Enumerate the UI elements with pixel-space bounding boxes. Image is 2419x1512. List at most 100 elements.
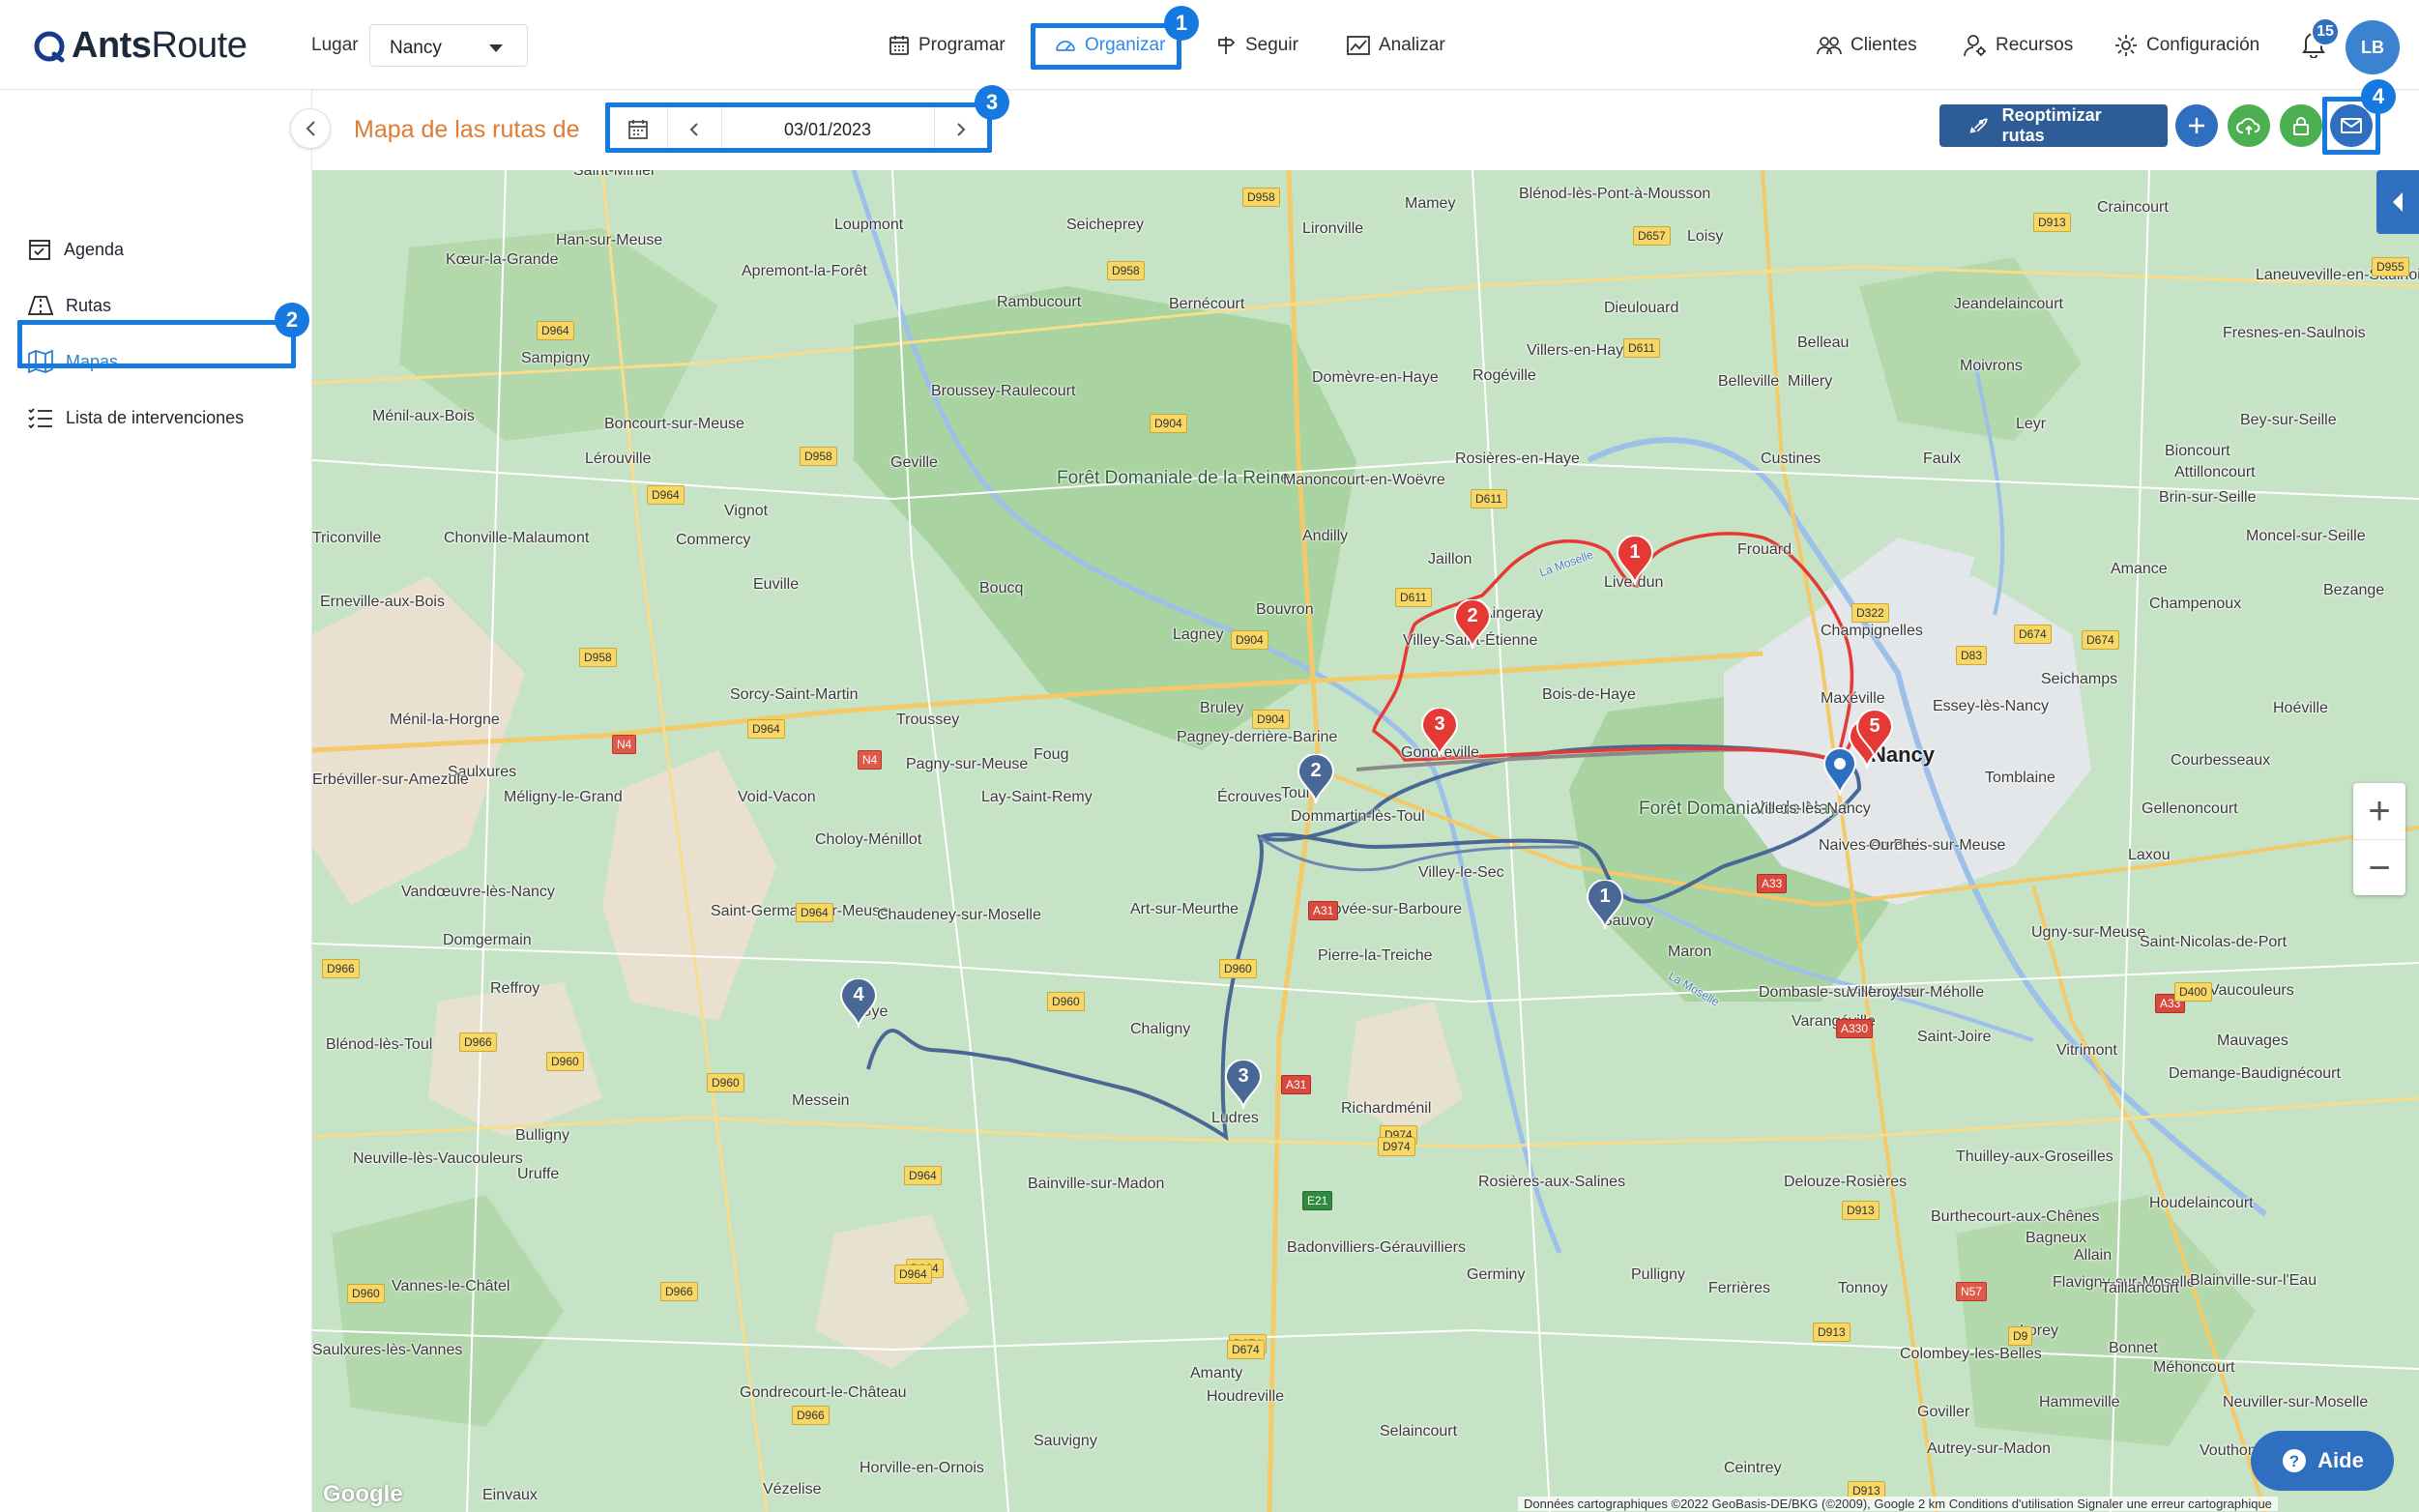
routes-map[interactable]: Forêt Domaniale de la Reine Forêt Domani…	[312, 170, 2419, 1512]
sidebar-item-rutas-label: Rutas	[66, 295, 112, 315]
place-label: Vignot	[724, 503, 769, 519]
help-button[interactable]: ? Aide	[2251, 1431, 2394, 1491]
place-label: Vézelise	[763, 1481, 822, 1497]
place-label: Apremont-la-Forêt	[742, 263, 867, 279]
chevron-down-icon	[489, 44, 503, 52]
nav-configuracion[interactable]: Configuración	[2113, 25, 2259, 66]
sidebar-item-intervenciones[interactable]: Lista de intervenciones	[27, 400, 244, 435]
road-badge: D966	[322, 959, 360, 978]
place-label: Rambucourt	[997, 294, 1082, 310]
route-stop-pin-red[interactable]: 5	[1855, 709, 1894, 760]
place-label: Leyr	[2016, 416, 2047, 432]
place-label: Mamey	[1405, 195, 1456, 212]
road-badge: D913	[1842, 1201, 1880, 1220]
route-stop-pin-red[interactable]: 2	[1453, 598, 1492, 650]
place-label: Horville-en-Ornois	[860, 1460, 984, 1476]
reoptimize-routes-button[interactable]: Reoptimizar rutas	[1939, 104, 2168, 147]
callout-box-organizar	[1031, 23, 1181, 70]
place-label: Bioncourt	[2165, 443, 2230, 459]
nav-recursos[interactable]: Recursos	[1963, 25, 2073, 66]
place-label: Bagneux	[2026, 1230, 2087, 1246]
place-label: Saint-Mihiel	[573, 170, 655, 179]
place-label: Saint-Joire	[1917, 1029, 1992, 1045]
road-badge: D674	[2014, 625, 2052, 644]
road-badge: A31	[1308, 901, 1339, 920]
cloud-upload-button[interactable]	[2228, 104, 2270, 147]
place-label: Einvaux	[482, 1487, 538, 1503]
place-label: Amance	[2111, 561, 2168, 577]
place-label: Vannes-le-Châtel	[392, 1278, 510, 1294]
place-label: Burthecourt-aux-Chênes	[1931, 1208, 2100, 1225]
forest-label: Forêt Domaniale de la Reine	[1057, 468, 1291, 488]
callout-box-date	[605, 102, 992, 153]
route-stop-pin-blue[interactable]: 3	[1224, 1059, 1263, 1110]
map-attribution[interactable]: Données cartographiques ©2022 GeoBasis-D…	[1518, 1497, 2278, 1511]
place-label: Brin-sur-Seille	[2159, 489, 2257, 506]
place-label: Pulligny	[1631, 1266, 1686, 1283]
place-label: Faulx	[1923, 451, 1962, 467]
gear-icon	[2115, 35, 2137, 56]
place-label: Essey-lès-Nancy	[1933, 698, 2050, 714]
notification-count-badge: 15	[2311, 17, 2340, 46]
road-badge: D913	[2033, 213, 2071, 232]
zoom-in-button[interactable]: +	[2353, 783, 2405, 840]
nav-seguir[interactable]: Seguir	[1214, 25, 1298, 66]
nav-seguir-label: Seguir	[1245, 35, 1298, 55]
sidebar-item-agenda[interactable]: Agenda	[27, 232, 124, 267]
logo-text: AntsRoute	[72, 25, 248, 67]
calendar-grid-icon	[889, 36, 909, 55]
nav-analizar[interactable]: Analizar	[1346, 25, 1445, 66]
place-label: Troussey	[896, 712, 960, 728]
place-label: Boucq	[979, 580, 1024, 596]
place-label: Tomblaine	[1985, 770, 2055, 786]
route-stop-pin-red[interactable]: 1	[1616, 535, 1654, 586]
collapse-sidebar-button[interactable]	[290, 108, 331, 149]
road-badge: D964	[796, 903, 833, 922]
zoom-out-button[interactable]: −	[2353, 840, 2405, 896]
plus-icon	[2189, 118, 2204, 133]
road-badge: D958	[1242, 188, 1280, 207]
place-label: Villers-lès-Nancy	[1755, 800, 1871, 817]
resources-icon	[1964, 35, 1986, 57]
place-label: Millery	[1788, 373, 1833, 390]
place-label: Gondrecourt-le-Château	[740, 1384, 907, 1401]
help-icon: ?	[2283, 1449, 2307, 1472]
route-stop-pin-red[interactable]: 3	[1420, 707, 1459, 758]
rocket-icon	[1969, 118, 1988, 133]
route-stop-pin-blue[interactable]: 1	[1586, 879, 1624, 930]
road-badge: D904	[1231, 630, 1268, 650]
place-label: Villers-en-Haye	[1527, 342, 1633, 359]
agenda-icon	[29, 240, 50, 260]
place-label: Gellenoncourt	[2142, 800, 2238, 817]
road-badge: N4	[858, 750, 883, 770]
open-side-panel-button[interactable]	[2376, 170, 2419, 234]
nav-programar[interactable]: Programar	[888, 25, 1005, 66]
list-icon	[28, 408, 52, 429]
place-label: Euville	[753, 576, 800, 593]
nav-analizar-label: Analizar	[1379, 35, 1445, 55]
place-label: Ferrières	[1708, 1280, 1771, 1296]
antsroute-logo[interactable]: AntsRoute	[33, 25, 248, 67]
route-stop-pin-blue[interactable]: 4	[839, 977, 878, 1029]
route-stop-pin-blue[interactable]: 2	[1297, 753, 1335, 804]
sidebar-item-rutas[interactable]: Rutas	[27, 288, 111, 323]
place-label: Autrey-sur-Madon	[1927, 1440, 2052, 1457]
place-label: Pierre-la-Treiche	[1318, 947, 1433, 964]
add-button[interactable]	[2175, 104, 2218, 147]
road-badge: A33	[1757, 874, 1788, 893]
road-badge: D611	[1395, 588, 1432, 607]
place-select[interactable]: Nancy	[369, 24, 528, 67]
user-avatar[interactable]: LB	[2346, 20, 2400, 74]
place-label: Lagney	[1173, 626, 1224, 643]
place-label: Bonnet	[2109, 1340, 2158, 1356]
road-badge: D913	[1813, 1323, 1851, 1342]
sidebar-item-intervenciones-label: Lista de intervenciones	[66, 407, 245, 427]
place-label: Delouze-Rosières	[1784, 1174, 1908, 1190]
lock-button[interactable]	[2280, 104, 2322, 147]
place-label: Sauvigny	[1034, 1433, 1097, 1449]
road-badge: D964	[894, 1265, 932, 1284]
depot-pin[interactable]	[1821, 746, 1859, 797]
place-label: Chaligny	[1130, 1021, 1191, 1037]
place-label: Maxéville	[1821, 690, 1885, 707]
nav-clientes[interactable]: Clientes	[1816, 25, 1917, 66]
